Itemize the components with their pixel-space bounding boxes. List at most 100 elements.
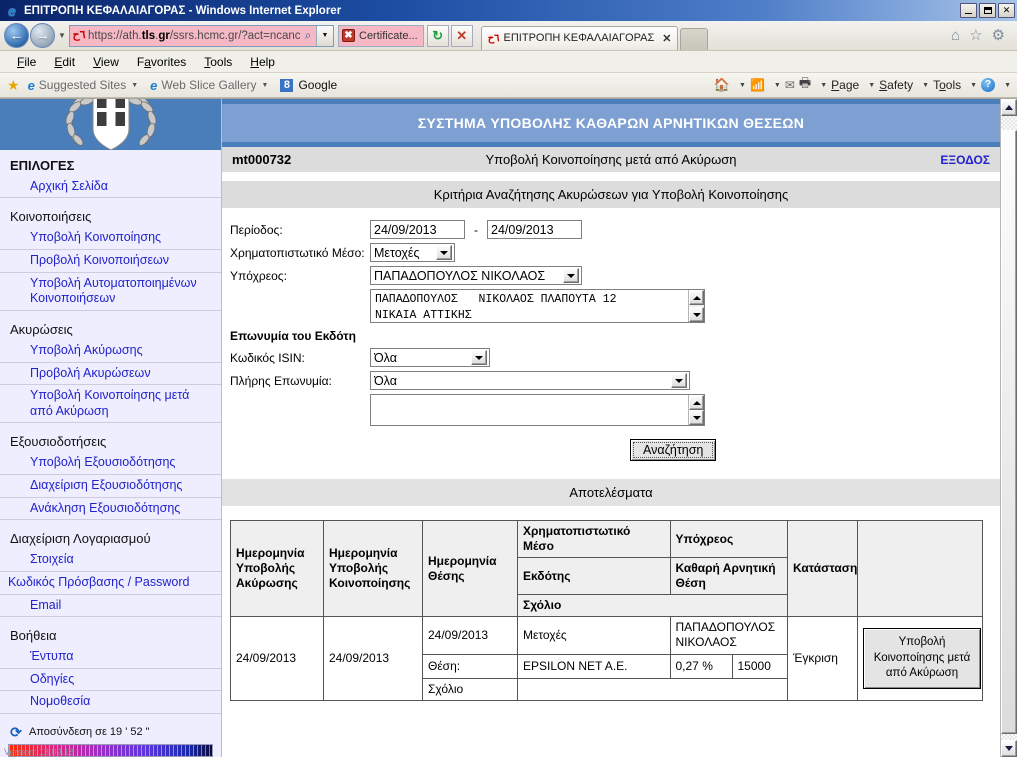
maximize-button[interactable] [979,3,996,18]
chevron-down-icon[interactable]: ▼ [1004,82,1011,89]
notes-textarea[interactable] [370,394,705,426]
sidebar-item-view-notifications[interactable]: Προβολή Κοινοποιήσεων [0,250,221,273]
isin-select[interactable]: Όλα [370,348,490,367]
search-icon[interactable]: ⌕ [300,28,316,43]
chevron-down-icon[interactable]: ▼ [774,82,781,89]
scroll-down-icon[interactable] [689,410,704,425]
safety-menu[interactable]: Safety [879,78,913,92]
chevron-down-icon[interactable]: ▼ [820,82,827,89]
add-favorites-icon[interactable]: ★ [7,78,20,92]
suggested-sites-item[interactable]: e Suggested Sites ▼ [28,78,139,93]
minimize-button[interactable] [960,3,977,18]
fullname-row: Πλήρης Επωνυμία: Όλα [230,371,1000,390]
sidebar-item-legislation[interactable]: Νομοθεσία [0,691,221,714]
menu-favorites[interactable]: Favorites [128,55,195,69]
certificate-error-indicator[interactable]: ✖ Certificate... [338,24,424,47]
home-icon[interactable]: ⌂ [951,28,960,43]
sidebar-item-manage-authorization[interactable]: Διαχείριση Εξουσιοδότησης [0,475,221,498]
forward-button[interactable]: → [30,23,55,48]
tab-active[interactable]: ٦ﺡ ΕΠΙΤΡΟΠΗ ΚΕΦΑΛΑΙΑΓΟΡΑΣ ✕ [480,25,679,50]
chevron-down-icon[interactable] [563,268,579,283]
sidebar-item-forms[interactable]: Έντυπα [0,646,221,669]
refresh-button[interactable]: ↻ [426,24,449,47]
cell-position-date-group: 24/09/2013 Θέση: Σχόλιο [422,616,518,701]
scroll-up-icon[interactable] [689,395,704,410]
sidebar-item-submit-cancellation[interactable]: Υποβολή Ακύρωσης [0,340,221,363]
sidebar-item-submit-automated-notifications[interactable]: Υποβολή Αυτοματοποιημένων Κοινοποιήσεων [0,273,221,311]
sidebar-item-home[interactable]: Αρχική Σελίδα [0,176,221,199]
submit-notification-after-cancellation-button[interactable]: Υποβολή Κοινοποίησης μετά από Ακύρωση [863,628,981,689]
scroll-down-button[interactable] [1001,740,1017,757]
cell-comment-label: Σχόλιο [423,677,517,700]
web-slice-gallery-item[interactable]: e Web Slice Gallery ▼ [150,78,268,93]
search-button[interactable]: Αναζήτηση [630,439,717,461]
menu-edit[interactable]: Edit [45,55,84,69]
browser-window: e ΕΠΙΤΡΟΠΗ ΚΕΦΑΛΑΙΑΓΟΡΑΣ - Windows Inter… [0,0,1017,757]
home-page-icon[interactable]: 🏠 [714,77,730,93]
print-icon[interactable]: 🖶 [799,74,811,96]
cell-percent: 0,27 % [669,653,733,679]
chevron-down-icon[interactable]: ▼ [131,82,138,89]
address-bar[interactable]: ٦ﺡ https://ath.tls.gr/ssrs.hcmc.gr/?act=… [69,24,334,47]
header-position-date: Ημερομηνία Θέσης [422,520,518,617]
chevron-down-icon[interactable]: ▼ [739,82,746,89]
sidebar-divider [0,520,221,527]
page-menu[interactable]: Page [831,78,859,92]
period-from-input[interactable] [370,220,465,239]
page-scrollbar[interactable] [1000,99,1017,757]
version-label: Version: 13.09.18 [4,747,75,757]
chevron-down-icon[interactable]: ▼ [970,82,977,89]
page-content: ΕΠΙΛΟΓΕΣ Αρχική Σελίδα Κοινοποιήσεις Υπο… [0,99,1000,757]
scroll-up-icon[interactable] [689,290,704,305]
chevron-down-icon[interactable]: ▼ [868,82,875,89]
new-tab-button[interactable] [680,27,709,50]
fullname-select[interactable]: Όλα [370,371,690,390]
back-button[interactable]: ← [4,23,29,48]
chevron-down-icon[interactable] [671,373,687,388]
sidebar-item-email[interactable]: Email [0,595,221,618]
period-to-input[interactable] [487,220,582,239]
tools-menu[interactable]: Tools [933,78,961,92]
notes-scrollbar[interactable] [688,395,704,425]
sidebar-item-account-details[interactable]: Στοιχεία [0,549,221,572]
obligor-details-textarea[interactable]: ΠΑΠΑΔΟΠΟΥΛΟΣ ΝΙΚΟΛΑΟΣ ΠΛΑΠΟΥΤΑ 12 ΝΙΚΑΙΑ … [370,289,705,323]
sidebar-item-password[interactable]: Κωδικός Πρόσβασης / Password [0,572,221,595]
menu-tools[interactable]: Tools [195,55,241,69]
rss-feed-icon[interactable]: 📶 [750,78,765,92]
coat-of-arms-banner [0,99,221,150]
recent-pages-dropdown-icon[interactable]: ▼ [55,31,69,40]
exit-link[interactable]: ΕΞΟΔΟΣ [840,153,990,167]
isin-label: Κωδικός ISIN: [230,350,305,365]
chevron-down-icon[interactable]: ▼ [922,82,929,89]
google-item[interactable]: 8 Google [280,78,337,92]
sidebar-item-view-cancellations[interactable]: Προβολή Ακυρώσεων [0,363,221,386]
scrollbar-track[interactable] [1001,116,1017,740]
menu-help[interactable]: Help [241,55,284,69]
scrollbar-thumb[interactable] [1001,130,1017,734]
help-icon[interactable]: ? [981,78,996,92]
sidebar-item-submit-authorization[interactable]: Υποβολή Εξουσιοδότησης [0,452,221,475]
chevron-down-icon[interactable] [436,245,452,260]
mail-icon[interactable]: ✉ [785,78,795,92]
close-button[interactable]: ✕ [998,3,1015,18]
sidebar-item-submit-notification-after-cancellation[interactable]: Υποβολή Κοινοποίησης μετά από Ακύρωση [0,385,221,424]
tab-close-icon[interactable]: ✕ [662,32,671,45]
stop-button[interactable]: ✕ [450,24,473,47]
obligor-select[interactable]: ΠΑΠΑΔΟΠΟΥΛΟΣ ΝΙΚΟΛΑΟΣ [370,266,582,285]
cell-status: Έγκριση [787,616,858,701]
instrument-select[interactable]: Μετοχές [370,243,455,262]
scroll-up-button[interactable] [1001,99,1017,116]
sidebar-item-revoke-authorization[interactable]: Ανάκληση Εξουσιοδότησης [0,498,221,521]
menu-view[interactable]: View [84,55,128,69]
menu-file[interactable]: File [8,55,45,69]
sidebar-item-instructions[interactable]: Οδηγίες [0,669,221,692]
chevron-down-icon[interactable]: ▼ [262,82,269,89]
obligor-details-scrollbar[interactable] [688,290,704,322]
scroll-down-icon[interactable] [689,307,704,322]
gear-icon[interactable]: ⚙ [992,28,1005,43]
favorites-star-icon[interactable]: ☆ [969,28,982,43]
suggested-sites-label: Suggested Sites [38,78,127,92]
chevron-down-icon[interactable]: ▼ [316,25,333,46]
sidebar-item-submit-notification[interactable]: Υποβολή Κοινοποίησης [0,227,221,250]
chevron-down-icon[interactable] [471,350,487,365]
